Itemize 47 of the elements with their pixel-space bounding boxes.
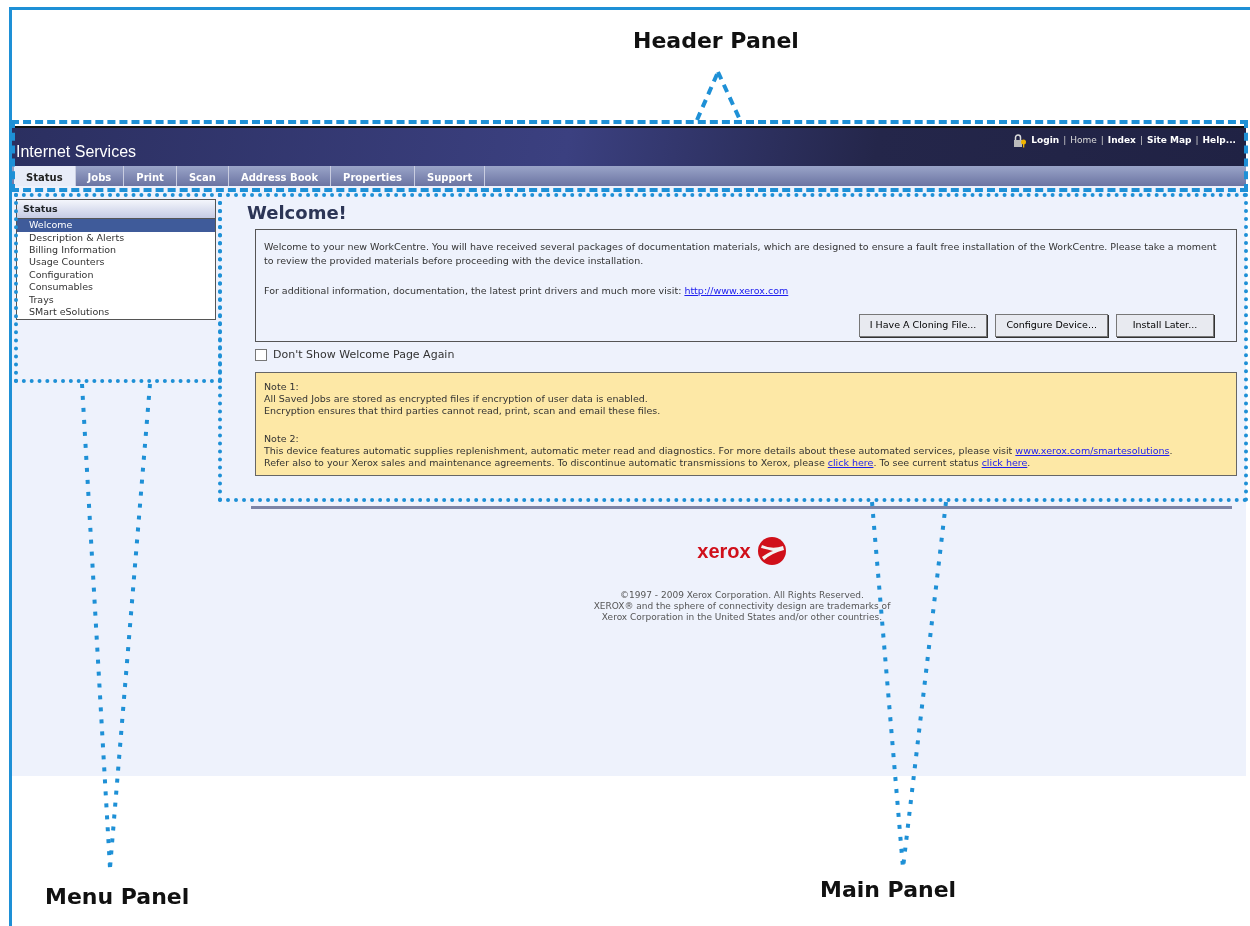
header-link[interactable]: Index: [1107, 134, 1136, 148]
menu-item[interactable]: Usage Counters: [17, 256, 215, 269]
leader-line: [695, 71, 720, 121]
tab[interactable]: Support: [415, 166, 486, 186]
separator: |: [1100, 134, 1104, 148]
lock-key-icon: [1013, 134, 1028, 148]
copyright-text: ©1997 - 2009 Xerox Corporation. All Rights Reserved.: [619, 590, 865, 601]
menu-item[interactable]: Trays: [17, 293, 215, 307]
info-text: For additional information, documentation, the latest print drivers and much more visit: http://www.xerox.com: [264, 284, 790, 299]
separator: |: [1063, 134, 1067, 148]
header-link[interactable]: Help...: [1202, 134, 1236, 148]
annotation-label: Header Panel: [633, 27, 799, 55]
copyright-text: XEROX® and the sphere of connectivity design are trademarks of: [592, 601, 892, 612]
menu-item[interactable]: Welcome: [17, 219, 215, 232]
annotation-label: Menu Panel: [45, 883, 190, 911]
sphere-icon: [756, 536, 787, 566]
link[interactable]: http://www.xerox.com: [684, 285, 789, 297]
menu-title: Status: [17, 200, 215, 220]
header-link[interactable]: Home: [1070, 134, 1097, 148]
page-heading: Welcome!: [247, 202, 348, 224]
checkbox[interactable]: [255, 348, 267, 361]
action-button[interactable]: Install Later...: [1116, 314, 1214, 337]
checkbox-label: Don't Show Welcome Page Again: [273, 346, 455, 363]
header-link[interactable]: Site Map: [1146, 134, 1192, 148]
separator: |: [1139, 134, 1143, 148]
menu-item[interactable]: Configuration: [17, 268, 215, 282]
annotation-label: Main Panel: [820, 876, 957, 904]
note-text: Refer also to your Xerox sales and maintenance agreements. To discontinue automatic transmissions to Xerox, please click here. To see current status click here.: [264, 457, 1032, 470]
header-link[interactable]: Login: [1031, 134, 1060, 148]
separator: |: [1195, 134, 1199, 148]
logo: xerox: [552, 536, 932, 566]
copyright-text: Xerox Corporation in the United States and/or other countries.: [600, 612, 884, 623]
menu-item[interactable]: Description & Alerts: [17, 231, 215, 245]
menu-item[interactable]: SMart eSolutions: [17, 306, 215, 319]
tab[interactable]: Status: [14, 166, 76, 186]
menu-item[interactable]: Consumables: [17, 281, 215, 294]
site-title: Internet Services: [16, 142, 137, 162]
note-text: This device features automatic supplies replenishment, automatic meter read and diagnostics. For more details about these automated services, please visit www.xerox.com/smartesolutions.: [264, 445, 1174, 458]
intro-text: Welcome to your new WorkCentre. You will have received several packages of documentation materials, which are designed to ensure a fault free installation of the WorkCentre. Please take a moment to review the provided materials before proceeding with the device installation.: [264, 239, 1218, 268]
note-title: Note 1:: [264, 381, 300, 394]
menu-item[interactable]: Billing Information: [17, 244, 215, 257]
action-button[interactable]: I Have A Cloning File...: [858, 314, 988, 337]
action-button[interactable]: Configure Device...: [995, 314, 1108, 337]
leader-line: [716, 71, 742, 121]
note-title: Note 2:: [264, 433, 300, 446]
note-text: All Saved Jobs are stored as encrypted files if encryption of user data is enabled.: [264, 393, 649, 406]
note-text: Encryption ensures that third parties cannot read, print, scan and email these files.: [264, 405, 662, 418]
